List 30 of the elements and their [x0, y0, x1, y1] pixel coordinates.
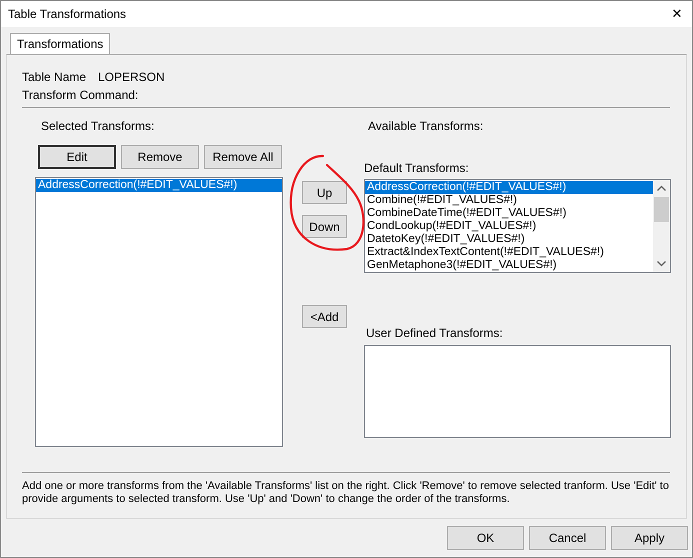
list-item[interactable]: AddressCorrection(!#EDIT_VALUES#!)	[365, 181, 653, 194]
move-button[interactable]: Up	[302, 181, 347, 204]
list-item[interactable]: GenMetaphone3(!#EDIT_VALUES#!)	[365, 259, 653, 272]
list-label: User Defined Transforms:	[366, 325, 503, 342]
scroll-thumb[interactable]	[654, 197, 669, 222]
dialog-button[interactable]: Apply	[611, 526, 688, 550]
field-label: Transform Command:	[22, 87, 138, 104]
action-button[interactable]: Edit	[38, 145, 116, 169]
list-item[interactable]: Combine(!#EDIT_VALUES#!)	[365, 194, 653, 207]
field-value: LOPERSON	[98, 69, 165, 86]
close-button[interactable]: ✕	[662, 4, 692, 24]
section-label: Available Transforms:	[368, 118, 484, 135]
list-item[interactable]: CombineDateTime(!#EDIT_VALUES#!)	[365, 207, 653, 220]
list-item[interactable]: CondLookup(!#EDIT_VALUES#!)	[365, 220, 653, 233]
list-item[interactable]: Extract&IndexTextContent(!#EDIT_VALUES#!)	[365, 246, 653, 259]
dialog-button[interactable]: OK	[447, 526, 524, 550]
list-item[interactable]: DatetoKey(!#EDIT_VALUES#!)	[365, 233, 653, 246]
list-label: Default Transforms:	[364, 160, 469, 177]
list-item[interactable]: AddressCorrection(!#EDIT_VALUES#!)	[36, 179, 282, 192]
action-button[interactable]: Remove All	[204, 145, 282, 169]
dialog-button[interactable]: Cancel	[529, 526, 606, 550]
field-label: Table Name	[22, 69, 88, 86]
scroll-bar[interactable]	[653, 180, 670, 272]
help-text: Add one or more transforms from the 'Available Transforms' list on the right. Click 'Remove' to remove selected tranform. Use 'Edit' to provide arguments to selected transform. Use 'Up' and 'Down' to change the order of the transforms.	[22, 480, 670, 506]
section-label: Selected Transforms:	[41, 118, 154, 135]
window-title: Table Transformations	[7, 6, 126, 23]
move-button[interactable]: Down	[302, 215, 347, 238]
action-button[interactable]: Remove	[121, 145, 199, 169]
add-button[interactable]: <Add	[302, 305, 347, 328]
tab[interactable]: Transformations	[10, 33, 110, 54]
